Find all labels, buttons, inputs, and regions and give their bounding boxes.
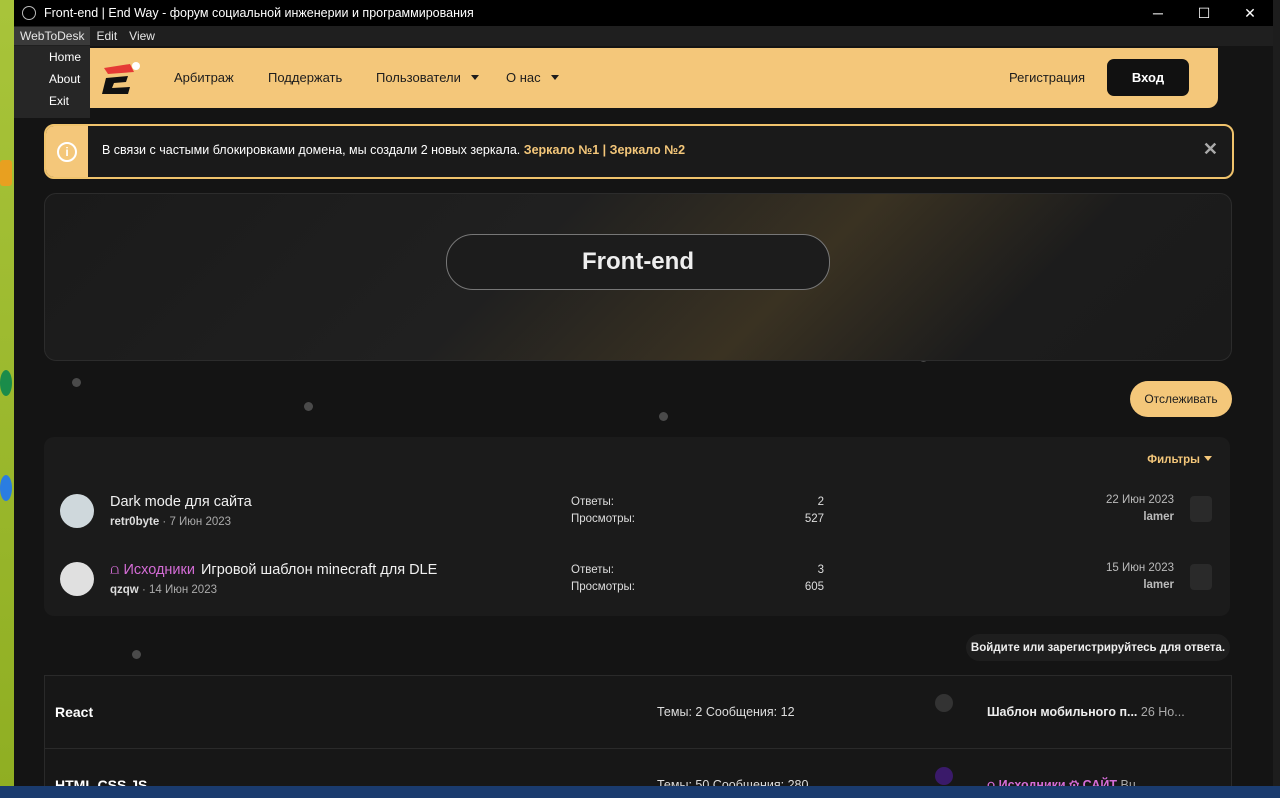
nav-support[interactable]: Поддержать bbox=[268, 70, 342, 85]
menu-item-home[interactable]: Home bbox=[14, 46, 90, 68]
register-link[interactable]: Регистрация bbox=[1009, 70, 1085, 85]
close-icon[interactable]: ✕ bbox=[1203, 139, 1218, 160]
thread-author[interactable]: qzqw bbox=[110, 584, 139, 596]
forum-row[interactable]: HTML CSS JS Темы: 50 Сообщения: 280 ⩍ Ис… bbox=[45, 749, 1231, 786]
nav-users[interactable]: Пользователи bbox=[376, 70, 479, 85]
forum-name[interactable]: React bbox=[55, 704, 93, 720]
notice-icon-box: i bbox=[46, 126, 88, 177]
avatar[interactable] bbox=[1190, 564, 1212, 590]
menu-item-exit[interactable]: Exit bbox=[14, 90, 90, 112]
menu-view[interactable]: View bbox=[123, 27, 161, 45]
nav-arbitrage[interactable]: Арбитраж bbox=[174, 70, 234, 85]
menu-bar: WebToDesk Edit View bbox=[14, 26, 1273, 46]
app-icon bbox=[22, 6, 36, 20]
follow-button[interactable]: Отслеживать bbox=[1130, 381, 1232, 417]
replies-label: Ответы: bbox=[571, 564, 614, 576]
title-bar: Front-end | End Way - форум социальной и… bbox=[14, 0, 1273, 26]
thread-date: 14 Июн 2023 bbox=[148, 584, 217, 596]
forum-list: React Темы: 2 Сообщения: 12 Шаблон мобил… bbox=[44, 675, 1232, 786]
views-label: Просмотры: bbox=[571, 581, 635, 593]
section-banner: Front-end bbox=[44, 193, 1232, 361]
nav-users-label: Пользователи bbox=[376, 70, 461, 85]
thread-row[interactable]: ⩍ Исходники Игровой шаблон minecraft для … bbox=[44, 552, 1230, 612]
login-button[interactable]: Вход bbox=[1107, 59, 1189, 96]
forum-last-title[interactable]: Шаблон мобильного п... bbox=[987, 705, 1137, 719]
app-window: Front-end | End Way - форум социальной и… bbox=[14, 0, 1273, 786]
thread-title-wrap: ⩍ Исходники Игровой шаблон minecraft для … bbox=[110, 562, 437, 578]
nav-about[interactable]: О нас bbox=[506, 70, 559, 85]
forum-stats: Темы: 2 Сообщения: 12 bbox=[657, 705, 795, 719]
avatar[interactable] bbox=[935, 767, 953, 785]
notice-banner: i В связи с частыми блокировками домена,… bbox=[44, 124, 1234, 179]
thread-author[interactable]: retr0byte bbox=[110, 516, 159, 528]
taskbar bbox=[0, 786, 1280, 798]
forum-name[interactable]: HTML CSS JS bbox=[55, 777, 147, 786]
chevron-down-icon bbox=[1204, 456, 1212, 461]
views-count: 527 bbox=[804, 513, 824, 525]
mirror-separator: | bbox=[602, 143, 607, 157]
menu-webtodesk[interactable]: WebToDesk bbox=[14, 27, 91, 45]
mirror-1-link[interactable]: Зеркало №1 bbox=[524, 143, 599, 157]
logo-icon[interactable] bbox=[96, 56, 142, 98]
forum-stats: Темы: 50 Сообщения: 280 bbox=[657, 778, 809, 786]
snowflake bbox=[132, 650, 141, 659]
views-count: 605 bbox=[804, 581, 824, 593]
last-post-user[interactable]: lamer bbox=[1024, 579, 1174, 591]
menu-item-about[interactable]: About bbox=[14, 68, 90, 90]
avatar[interactable] bbox=[60, 494, 94, 528]
thread-prefix[interactable]: ⩍ Исходники bbox=[110, 562, 195, 578]
filters-label: Фильтры bbox=[1147, 454, 1200, 466]
thread-title[interactable]: Игровой шаблон minecraft для DLE bbox=[201, 562, 437, 578]
info-icon: i bbox=[57, 141, 77, 162]
desktop-icon[interactable] bbox=[0, 160, 12, 186]
last-post-date[interactable]: 15 Июн 2023 bbox=[1024, 562, 1174, 574]
thread-row[interactable]: Dark mode для сайта retr0byte · 7 Июн 20… bbox=[44, 484, 1230, 544]
avatar[interactable] bbox=[1190, 496, 1212, 522]
forum-last-title[interactable]: ⩍ Исходники ⚙ САЙТ bbox=[987, 778, 1117, 786]
thread-date: 7 Июн 2023 bbox=[169, 516, 232, 528]
replies-label: Ответы: bbox=[571, 496, 614, 508]
close-button[interactable]: ✕ bbox=[1227, 0, 1273, 26]
webtodesk-menu: Home About Exit bbox=[14, 46, 90, 118]
thread-meta: qzqw · 14 Июн 2023 bbox=[110, 584, 217, 596]
chevron-down-icon bbox=[550, 75, 559, 80]
snowflake bbox=[72, 378, 81, 387]
nav-about-label: О нас bbox=[506, 70, 541, 85]
replies-count: 2 bbox=[817, 496, 824, 508]
thread-list: Фильтры Dark mode для сайта retr0byte · … bbox=[44, 437, 1230, 616]
minimize-button[interactable]: ─ bbox=[1135, 0, 1181, 26]
avatar[interactable] bbox=[60, 562, 94, 596]
forum-last-date: Вц... bbox=[1120, 778, 1147, 786]
forum-last-date: 26 Но... bbox=[1140, 705, 1185, 719]
mirror-2-link[interactable]: Зеркало №2 bbox=[610, 143, 685, 157]
forum-row[interactable]: React Темы: 2 Сообщения: 12 Шаблон мобил… bbox=[45, 676, 1231, 749]
chevron-down-icon bbox=[470, 75, 479, 80]
desktop-icon[interactable] bbox=[0, 370, 12, 396]
snowflake bbox=[304, 402, 313, 411]
site-header: Арбитраж Поддержать Пользователи О нас Р… bbox=[44, 48, 1218, 108]
desktop-edge bbox=[0, 0, 14, 798]
avatar[interactable] bbox=[935, 694, 953, 712]
menu-edit[interactable]: Edit bbox=[90, 27, 123, 45]
filters-button[interactable]: Фильтры bbox=[1147, 454, 1212, 466]
notice-message: В связи с частыми блокировками домена, м… bbox=[102, 143, 521, 157]
thread-title[interactable]: Dark mode для сайта bbox=[110, 494, 252, 510]
last-post-user[interactable]: lamer bbox=[1024, 511, 1174, 523]
last-post-date[interactable]: 22 Июн 2023 bbox=[1024, 494, 1174, 506]
snowflake bbox=[659, 412, 668, 421]
window-title: Front-end | End Way - форум социальной и… bbox=[44, 6, 474, 20]
login-to-reply-button[interactable]: Войдите или зарегистрируйтесь для ответа… bbox=[966, 634, 1230, 661]
page-title: Front-end bbox=[446, 234, 830, 290]
views-label: Просмотры: bbox=[571, 513, 635, 525]
notice-text: В связи с частыми блокировками домена, м… bbox=[102, 143, 685, 157]
thread-meta: retr0byte · 7 Июн 2023 bbox=[110, 516, 232, 528]
replies-count: 3 bbox=[817, 564, 824, 576]
forum-last-post[interactable]: ⩍ Исходники ⚙ САЙТ Вц... bbox=[987, 778, 1146, 786]
forum-last-post[interactable]: Шаблон мобильного п... 26 Но... bbox=[987, 705, 1185, 719]
maximize-button[interactable]: ☐ bbox=[1181, 0, 1227, 26]
forum-page: Арбитраж Поддержать Пользователи О нас Р… bbox=[14, 46, 1273, 786]
desktop-edge bbox=[1273, 0, 1280, 798]
desktop-icon[interactable] bbox=[0, 475, 12, 501]
